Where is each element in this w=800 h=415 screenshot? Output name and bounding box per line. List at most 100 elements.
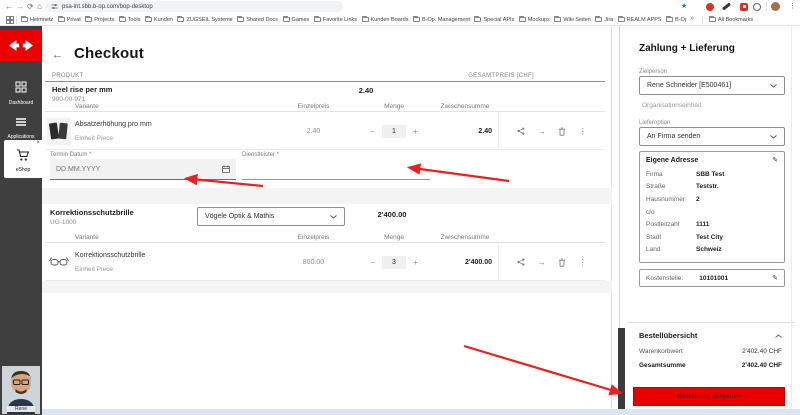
address-row: Land Schweiz [646,244,778,257]
bookmark-folder[interactable]: Kunden [145,17,173,23]
panel-scrollbar-track [791,26,792,415]
lieferoption-label: Lieferoption [639,120,670,126]
edit-address-icon[interactable]: ✎ [772,156,778,164]
bookmarks-divider [702,16,703,24]
pen-extension-icon[interactable] [722,3,731,11]
provider-select[interactable]: Vögele Optik & Mathis [197,207,345,226]
shopping-cart-icon [16,149,30,162]
bookmark-star-icon[interactable]: ★ [681,1,687,12]
trash-icon[interactable] [558,258,566,267]
extensions-menu-icon[interactable] [753,3,761,11]
lieferoption-value: An Firma senden [647,133,700,140]
kebab-menu-icon[interactable]: ⋮ [579,127,587,136]
col-menge: Menge [356,103,432,110]
termin-datum-input[interactable] [56,166,222,173]
bookmark-label: Special APIs [483,17,514,23]
variant-row: Korrektionsschutzbrille Einheit Piece 80… [45,243,605,281]
bookmark-folder[interactable]: Mockups [519,17,550,23]
sidebar-item-eshop-active[interactable]: × eShop [4,140,42,178]
user-name-label: Rene [7,406,35,412]
bookmark-folder[interactable]: Heimnetz [21,17,53,23]
dienstleister-label: Dienstleister * [242,152,279,158]
bookmark-label: Favorite Links [323,17,357,23]
qty-value[interactable]: 1 [382,125,406,138]
kebab-menu-icon[interactable]: ⋮ [579,258,587,267]
extension-icon[interactable] [706,3,714,11]
back-button[interactable]: ← [52,49,63,61]
apps-grid-icon[interactable] [6,16,14,24]
bestellung-aufgeben-button[interactable]: Bestellung aufgeben [633,387,785,406]
termin-datum-field[interactable] [50,159,236,180]
browser-profile-avatar[interactable] [771,2,780,11]
calendar-icon[interactable] [222,165,230,173]
bookmarks-bar: Heimnetz Privat Projects Tools Kunden ZU… [0,13,800,26]
browser-menu-icon[interactable]: ⋮ [789,1,796,12]
dienstleister-field[interactable] [242,159,430,180]
section-divider [42,281,612,293]
share-icon[interactable] [517,127,525,135]
edit-kostenstelle-icon[interactable]: ✎ [772,274,778,282]
folder-icon [283,17,290,22]
folder-icon [519,17,526,22]
variant-unit: Einheit Piece [75,135,271,142]
browser-home-button[interactable]: ⌂ [37,1,42,12]
checkout-main: ← Checkout PRODUKT GESAMTPREIS [CHF] Hee… [42,26,612,415]
sidebar-item-dashboard[interactable]: Dashboard [0,80,42,106]
folder-icon [362,17,369,22]
trash-icon[interactable] [558,127,566,136]
chevron-up-icon[interactable] [775,334,782,338]
qty-minus-button[interactable]: − [370,258,375,267]
panel-scrollbar-thumb[interactable] [618,328,625,409]
browser-reload-button[interactable]: ⟳ [27,1,34,12]
zielperson-select[interactable]: Rene Schneider [E500461] [639,76,785,95]
product-name: Korrektionsschutzbrille [50,208,134,217]
qty-minus-button[interactable]: − [370,127,375,136]
bookmark-folder[interactable]: ZUGSEIL Systeme [177,17,232,23]
browser-forward-button[interactable]: → [16,1,24,12]
folder-icon [21,17,28,22]
bookmark-folder[interactable]: Games [283,17,310,23]
bookmark-folder[interactable]: Shared Docs [237,17,278,23]
bookmark-folder[interactable]: Privat [58,17,81,23]
qty-value[interactable]: 3 [382,256,406,269]
close-icon[interactable]: × [36,140,40,147]
browser-back-button[interactable]: ← [5,1,13,12]
header-divider [45,81,605,82]
move-arrow-icon[interactable]: → [538,258,546,267]
address-row: c/o [646,206,778,219]
bookmark-folder[interactable]: Jira [595,17,613,23]
dashboard-grid-icon [15,81,27,93]
all-bookmarks-button[interactable]: All Bookmarks [709,13,753,26]
qty-plus-button[interactable]: + [413,258,418,267]
sbb-logo[interactable] [0,30,42,61]
share-icon[interactable] [517,258,525,266]
delivery-address-box: Eigene Adresse ✎ Firma SBB Test Straße T… [639,151,785,263]
bookmark-folder[interactable]: Favorite Links [314,17,357,23]
bookmark-folder[interactable]: Projects [85,17,114,23]
bookmark-folder[interactable]: B-Op. Management [413,17,470,23]
bookmark-folder[interactable]: Wiki Seiten [554,17,591,23]
extension-badge [743,5,746,8]
variant-table-header: Variante Einzelpreis Menge Zwischensumme [45,101,605,112]
gesamtsumme-label: Gesamtsumme [639,362,686,369]
all-bookmarks-label: All Bookmarks [718,17,753,23]
bookmark-folder[interactable]: Special APIs [474,17,514,23]
folder-icon [119,17,126,22]
qty-plus-button[interactable]: + [413,127,418,136]
bookmark-label: Wiki Seiten [563,17,591,23]
bookmark-folder[interactable]: B-Op Admin [666,17,686,23]
bookmark-folder[interactable]: REALM APPS [618,17,662,23]
bookmarks-overflow-chevron[interactable]: » [690,15,694,22]
bookmark-label: ZUGSEIL Systeme [186,17,232,23]
move-arrow-icon[interactable]: → [538,127,546,136]
order-summary-title: Bestellübersicht [639,331,697,340]
sidebar-item-applications[interactable]: Applications [0,114,42,140]
bookmark-folder[interactable]: Kunden Boards [362,17,409,23]
product-sku: UG-1000 [50,219,76,226]
address-bar[interactable]: psa-int.sbb.b-op.com/bop-desktop [45,1,343,12]
user-avatar[interactable]: Rene [2,366,40,414]
bookmark-folder[interactable]: Tools [119,17,141,23]
address-label: c/o [646,209,696,216]
lieferoption-select[interactable]: An Firma senden [639,127,785,146]
extension-icon[interactable] [740,3,748,11]
